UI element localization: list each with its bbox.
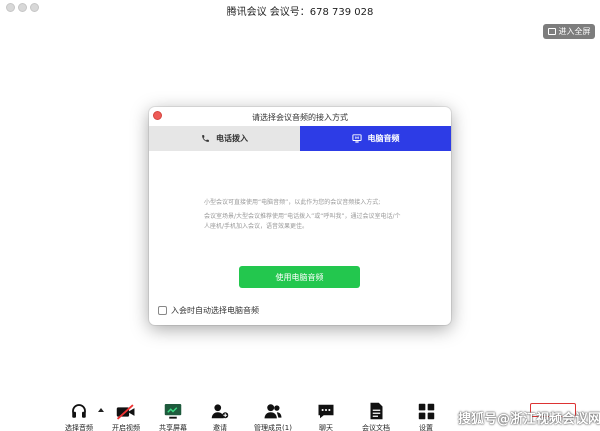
auto-select-audio-row[interactable]: 入会时自动选择电脑音频 xyxy=(158,305,259,316)
tab-phone-dial-in[interactable]: 电话拨入 xyxy=(149,126,300,151)
toolbar-invite[interactable]: 邀请 xyxy=(194,398,246,431)
toolbar-invite-label: 邀请 xyxy=(213,424,227,431)
chat-icon xyxy=(317,398,335,420)
members-icon xyxy=(263,398,283,420)
toolbar-meeting-docs[interactable]: 会议文档 xyxy=(350,398,402,431)
headset-icon xyxy=(70,398,88,420)
invite-icon xyxy=(211,398,229,420)
tab-computer-audio[interactable]: 电脑音频 xyxy=(300,126,451,151)
tab-phone-label: 电话拨入 xyxy=(216,134,248,143)
toolbar-settings[interactable]: 设置 xyxy=(400,398,452,431)
auto-select-label: 入会时自动选择电脑音频 xyxy=(171,306,259,315)
toolbar-chat-label: 聊天 xyxy=(319,424,333,431)
toolbar-manage-members[interactable]: 管理成员(1) xyxy=(247,398,299,431)
audio-access-dialog: 请选择会议音频的接入方式 电话拨入 电脑音频 小型会议可直接使用“电脑音频”，以… xyxy=(149,107,451,325)
tab-computer-audio-label: 电脑音频 xyxy=(367,134,400,143)
fullscreen-button[interactable]: 进入全屏 xyxy=(543,24,595,39)
share-screen-icon xyxy=(164,398,182,420)
toolbar-select-audio[interactable]: 选择音频 xyxy=(53,398,105,431)
audio-tabs: 电话拨入 电脑音频 xyxy=(149,126,451,151)
document-icon xyxy=(369,398,384,420)
toolbar-meeting-docs-label: 会议文档 xyxy=(362,424,390,431)
description-large-meeting: 会议室场景/大型会议推荐使用“电话拨入”或“呼叫我”，通过会议室电话/个人座机/… xyxy=(204,213,401,230)
toolbar-start-video-label: 开启视频 xyxy=(112,424,140,431)
toolbar-settings-label: 设置 xyxy=(419,424,433,431)
video-off-icon xyxy=(116,398,136,420)
phone-icon xyxy=(201,134,210,143)
description-small-meeting: 小型会议可直接使用“电脑音频”，以此作为您的会议音频接入方式; xyxy=(204,199,381,206)
toolbar-share-screen-label: 共享屏幕 xyxy=(159,424,187,431)
settings-icon xyxy=(418,398,435,420)
window-title: 腾讯会议 会议号：678 739 028 xyxy=(226,7,374,18)
fullscreen-label: 进入全屏 xyxy=(558,27,591,36)
toolbar-manage-members-label: 管理成员(1) xyxy=(254,424,292,431)
toolbar-chat[interactable]: 聊天 xyxy=(300,398,352,431)
use-computer-audio-button[interactable]: 使用电脑音频 xyxy=(239,266,360,288)
toolbar-start-video[interactable]: 开启视频 xyxy=(100,398,152,431)
dialog-title: 请选择会议音频的接入方式 xyxy=(252,113,348,122)
computer-audio-icon xyxy=(351,134,362,143)
fullscreen-icon xyxy=(547,28,556,35)
title-bar: 腾讯会议 会议号：678 739 028 xyxy=(0,0,600,22)
toolbar-select-audio-label: 选择音频 xyxy=(65,424,93,431)
toolbar-share-screen[interactable]: 共享屏幕 xyxy=(147,398,199,431)
auto-select-checkbox[interactable] xyxy=(158,306,167,315)
watermark-text: 搜狐号@浙江视频会议网 xyxy=(458,412,600,427)
